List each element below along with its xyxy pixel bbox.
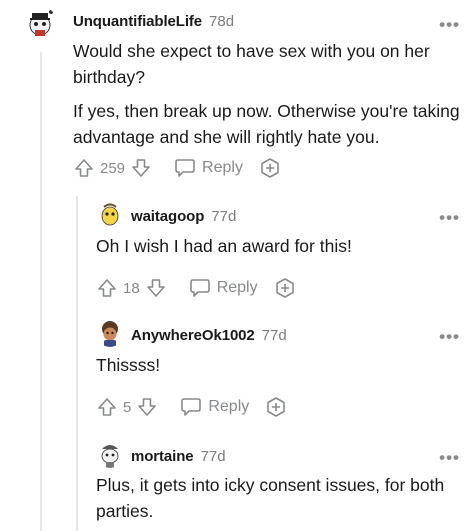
upvote-arrow-icon[interactable] bbox=[96, 396, 118, 418]
downvote-arrow-icon[interactable] bbox=[145, 277, 167, 299]
vote-score: 18 bbox=[123, 279, 140, 297]
speech-bubble-icon bbox=[175, 159, 195, 177]
award-plus-icon[interactable] bbox=[259, 157, 281, 179]
username[interactable]: waitagoop bbox=[131, 208, 204, 225]
reply-label: Reply bbox=[202, 159, 243, 176]
reply-button[interactable]: Reply bbox=[180, 397, 249, 417]
comment-actions: 259 Reply bbox=[73, 156, 281, 180]
reply-button[interactable]: Reply bbox=[174, 158, 243, 178]
avatar[interactable] bbox=[96, 200, 124, 228]
avatar-snoo-icon bbox=[96, 319, 124, 347]
more-options-icon[interactable]: ••• bbox=[439, 16, 460, 33]
vote-score: 5 bbox=[123, 398, 132, 416]
speech-bubble-icon bbox=[189, 279, 210, 297]
comment-header: waitagoop 77d bbox=[131, 208, 236, 225]
upvote-arrow-icon[interactable] bbox=[96, 277, 118, 299]
comment-age: 77d bbox=[261, 327, 287, 344]
downvote-arrow-icon[interactable] bbox=[136, 396, 158, 418]
vote-score: 259 bbox=[100, 159, 126, 177]
comment-header: AnywhereOk1002 77d bbox=[131, 327, 287, 344]
more-options-icon[interactable]: ••• bbox=[439, 449, 460, 466]
avatar-snoo-icon bbox=[23, 6, 57, 40]
award-plus-icon[interactable] bbox=[265, 396, 287, 418]
comment-header: mortaine 77d bbox=[131, 448, 226, 465]
comment-age: 78d bbox=[209, 13, 235, 30]
comment-body: Thissss! bbox=[96, 352, 456, 378]
comment-actions: 5 Reply bbox=[96, 395, 287, 419]
username[interactable]: AnywhereOk1002 bbox=[131, 327, 255, 344]
award-plus-icon[interactable] bbox=[274, 277, 296, 299]
comment-header: UnquantifiableLife 78d bbox=[73, 13, 234, 30]
comment-paragraph: Would she expect to have sex with you on… bbox=[73, 41, 430, 87]
comment-body: Plus, it gets into icky consent issues, … bbox=[96, 472, 456, 524]
comment-paragraph: Oh I wish I had an award for this! bbox=[96, 236, 352, 256]
thread-line-nested[interactable] bbox=[76, 196, 78, 531]
comment-paragraph: Thissss! bbox=[96, 355, 161, 375]
comment-age: 77d bbox=[211, 208, 237, 225]
comment-actions: 18 Reply bbox=[96, 276, 296, 300]
avatar[interactable] bbox=[96, 319, 124, 347]
thread-line[interactable] bbox=[40, 52, 42, 531]
username[interactable]: mortaine bbox=[131, 448, 194, 465]
reply-label: Reply bbox=[216, 279, 258, 296]
more-options-icon[interactable]: ••• bbox=[439, 209, 460, 226]
avatar[interactable] bbox=[96, 440, 124, 468]
avatar[interactable] bbox=[23, 6, 57, 40]
speech-bubble-icon bbox=[181, 398, 202, 416]
comment-paragraph: If yes, then break up now. Otherwise you… bbox=[73, 101, 460, 147]
username[interactable]: UnquantifiableLife bbox=[73, 13, 202, 30]
avatar-snoo-icon bbox=[96, 440, 124, 468]
comment-age: 77d bbox=[200, 448, 226, 465]
more-options-icon[interactable]: ••• bbox=[439, 328, 460, 345]
upvote-arrow-icon[interactable] bbox=[73, 157, 95, 179]
comment-body: Oh I wish I had an award for this! bbox=[96, 233, 456, 259]
comment-body: Would she expect to have sex with you on… bbox=[73, 38, 463, 150]
downvote-arrow-icon[interactable] bbox=[130, 157, 152, 179]
reply-button[interactable]: Reply bbox=[189, 278, 258, 298]
comment-paragraph: Plus, it gets into icky consent issues, … bbox=[96, 475, 445, 521]
reply-label: Reply bbox=[208, 398, 250, 415]
avatar-snoo-icon bbox=[96, 200, 124, 228]
